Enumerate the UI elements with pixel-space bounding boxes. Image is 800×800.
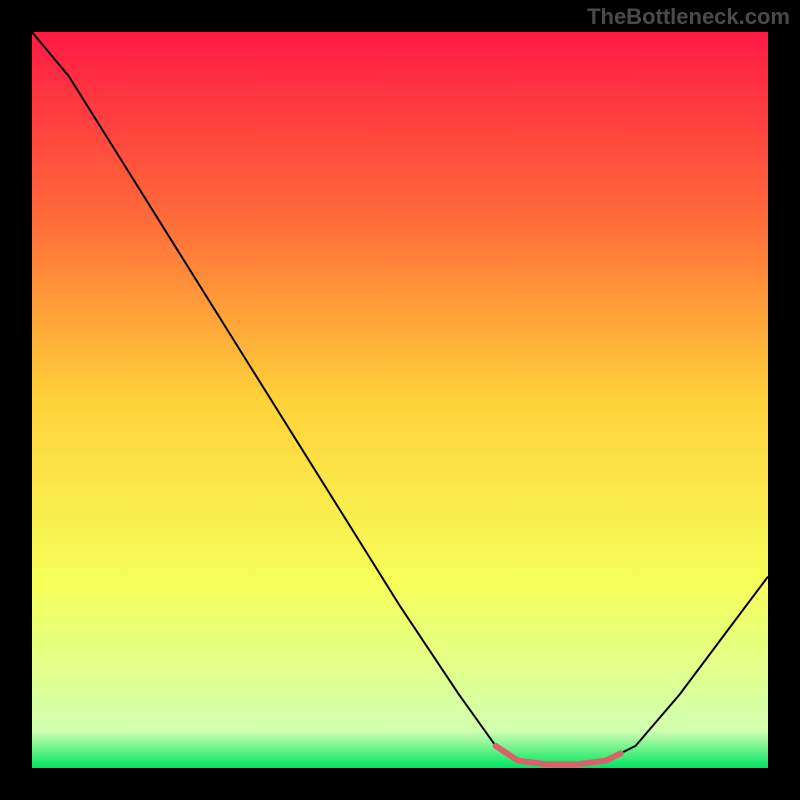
watermark-text: TheBottleneck.com bbox=[587, 4, 790, 30]
bottleneck-chart bbox=[32, 32, 768, 768]
chart-plot-area bbox=[32, 32, 768, 768]
gradient-background bbox=[32, 32, 768, 768]
